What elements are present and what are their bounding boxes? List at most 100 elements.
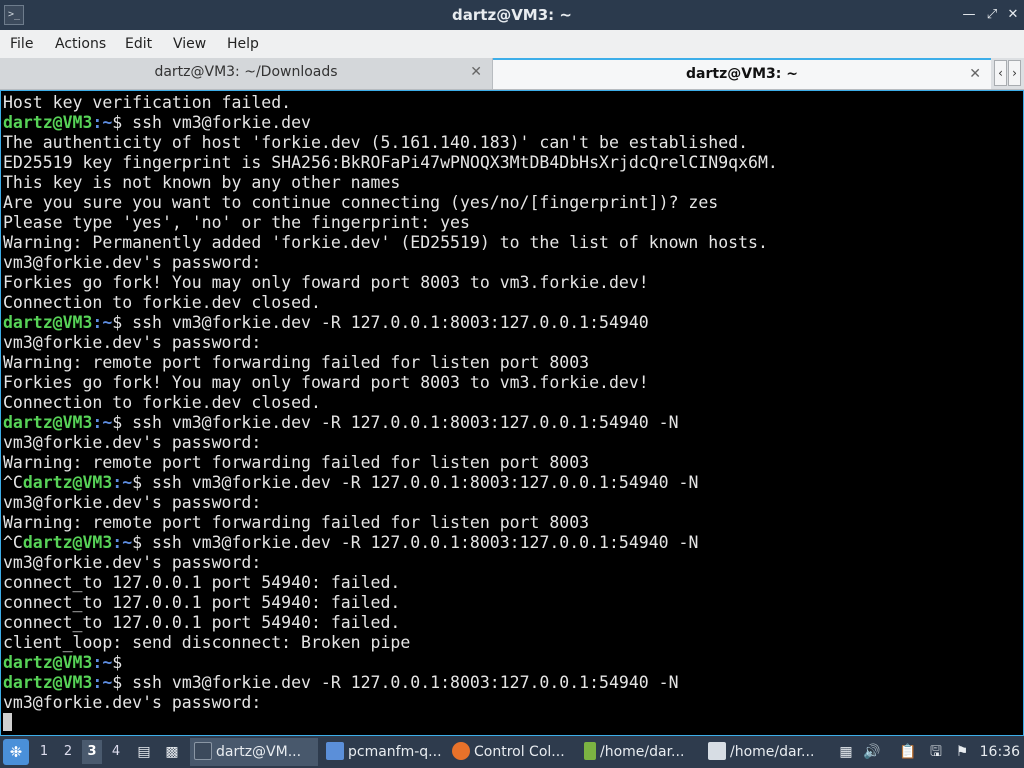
output-text: Forkies go fork! You may only foward por… bbox=[3, 273, 649, 292]
output-line: The authenticity of host 'forkie.dev (5.… bbox=[3, 133, 778, 153]
clipboard-icon[interactable]: 📋 bbox=[898, 742, 918, 762]
taskbar: ❉ 1 2 3 4 ▤ ▩ dartz@VM... pcmanfm-q... C… bbox=[0, 736, 1024, 768]
menu-bar: File Actions Edit View Help bbox=[0, 30, 1024, 58]
desktop-3-button[interactable]: 3 bbox=[82, 740, 102, 764]
image-viewer-icon bbox=[708, 742, 726, 760]
output-line: Warning: remote port forwarding failed f… bbox=[3, 453, 778, 473]
network-icon[interactable]: 🖫 bbox=[926, 742, 946, 762]
prompt-user: dartz@VM3 bbox=[3, 653, 93, 672]
output-text: vm3@forkie.dev's password: bbox=[3, 433, 262, 452]
task-terminal[interactable]: dartz@VM... bbox=[190, 738, 318, 766]
output-line: vm3@forkie.dev's password: bbox=[3, 493, 778, 513]
interrupt-marker: ^C bbox=[3, 473, 23, 492]
tab-label: dartz@VM3: ~/Downloads bbox=[154, 64, 338, 80]
output-text: Warning: remote port forwarding failed f… bbox=[3, 513, 590, 532]
terminal-view[interactable]: Host key verification failed. dartz@VM3:~… bbox=[0, 90, 1024, 736]
tab-home[interactable]: dartz@VM3: ~ ✕ bbox=[493, 58, 991, 89]
command-text: $ ssh vm3@forkie.dev bbox=[112, 113, 311, 132]
output-line: vm3@forkie.dev's password: bbox=[3, 553, 778, 573]
command-text: $ ssh vm3@forkie.dev -R 127.0.0.1:8003:1… bbox=[112, 413, 679, 432]
output-line: Are you sure you want to continue connec… bbox=[3, 193, 778, 213]
prompt-user: dartz@VM3 bbox=[22, 533, 113, 552]
output-line: Host key verification failed. bbox=[3, 93, 778, 113]
output-text: Connection to forkie.dev closed. bbox=[3, 393, 321, 412]
menu-edit[interactable]: Edit bbox=[125, 30, 152, 58]
menu-actions[interactable]: Actions bbox=[55, 30, 106, 58]
close-tab-icon[interactable]: ✕ bbox=[969, 60, 981, 89]
maximize-icon[interactable]: ⤢ bbox=[983, 6, 1001, 24]
prompt-path: :~ bbox=[112, 473, 133, 492]
output-text: connect_to 127.0.0.1 port 54940: failed. bbox=[3, 613, 401, 632]
output-line: vm3@forkie.dev's password: bbox=[3, 253, 778, 273]
task-file-manager[interactable]: pcmanfm-q... bbox=[322, 738, 444, 766]
desktop-2-button[interactable]: 2 bbox=[58, 740, 78, 764]
prompt-line: dartz@VM3:~$ ssh vm3@forkie.dev -R 127.0… bbox=[3, 673, 778, 693]
output-text: connect_to 127.0.0.1 port 54940: failed. bbox=[3, 573, 401, 592]
task-firefox[interactable]: Control Col... bbox=[448, 738, 574, 766]
prompt-path: :~ bbox=[112, 533, 133, 552]
task-label: /home/dar... bbox=[600, 744, 685, 760]
prompt-path: :~ bbox=[92, 653, 113, 672]
output-text: Warning: Permanently added 'forkie.dev' … bbox=[3, 233, 768, 252]
output-text: vm3@forkie.dev's password: bbox=[3, 553, 262, 572]
output-text: Warning: remote port forwarding failed f… bbox=[3, 353, 590, 372]
prompt-line: ^Cdartz@VM3:~$ ssh vm3@forkie.dev -R 127… bbox=[3, 533, 778, 553]
output-line: vm3@forkie.dev's password: bbox=[3, 333, 778, 353]
desktop-1-button[interactable]: 1 bbox=[34, 740, 54, 764]
window-switcher-icon[interactable]: ▩ bbox=[162, 742, 182, 762]
folder-icon bbox=[326, 742, 344, 760]
task-text-editor[interactable]: /home/dar... bbox=[580, 738, 702, 766]
clock[interactable]: 16:36 bbox=[980, 736, 1020, 768]
volume-icon[interactable]: 🔊 bbox=[862, 742, 882, 762]
prompt-user: dartz@VM3 bbox=[3, 413, 93, 432]
output-text: connect_to 127.0.0.1 port 54940: failed. bbox=[3, 593, 401, 612]
output-line: Connection to forkie.dev closed. bbox=[3, 293, 778, 313]
output-text: vm3@forkie.dev's password: bbox=[3, 333, 262, 352]
command-text: $ ssh vm3@forkie.dev -R 127.0.0.1:8003:1… bbox=[132, 533, 699, 552]
tab-bar: dartz@VM3: ~/Downloads ✕ dartz@VM3: ~ ✕ bbox=[0, 58, 1024, 90]
output-text: Host key verification failed. bbox=[3, 93, 292, 112]
prompt-line: ^Cdartz@VM3:~$ ssh vm3@forkie.dev -R 127… bbox=[3, 473, 778, 493]
desktop-4-button[interactable]: 4 bbox=[106, 740, 126, 764]
output-text: This key is not known by any other names bbox=[3, 173, 401, 192]
chevron-right-icon[interactable]: › bbox=[1008, 60, 1021, 86]
menu-help[interactable]: Help bbox=[227, 30, 259, 58]
output-line: connect_to 127.0.0.1 port 54940: failed. bbox=[3, 593, 778, 613]
output-text: Please type 'yes', 'no' or the fingerpri… bbox=[3, 213, 470, 232]
menu-file[interactable]: File bbox=[10, 30, 33, 58]
output-text: The authenticity of host 'forkie.dev (5.… bbox=[3, 133, 749, 152]
terminal-icon bbox=[194, 742, 212, 760]
task-image-viewer[interactable]: /home/dar... bbox=[704, 738, 828, 766]
command-text: $ ssh vm3@forkie.dev -R 127.0.0.1:8003:1… bbox=[112, 673, 679, 692]
task-label: Control Col... bbox=[474, 744, 565, 760]
task-label: pcmanfm-q... bbox=[348, 744, 442, 760]
keyboard-layout-icon[interactable]: ▦ bbox=[836, 742, 856, 762]
app-menu-icon[interactable]: ❉ bbox=[3, 739, 29, 765]
output-line: Forkies go fork! You may only foward por… bbox=[3, 273, 778, 293]
output-line: Connection to forkie.dev closed. bbox=[3, 393, 778, 413]
output-text: vm3@forkie.dev's password: bbox=[3, 493, 262, 512]
tab-downloads[interactable]: dartz@VM3: ~/Downloads ✕ bbox=[0, 58, 493, 89]
terminal-cursor bbox=[3, 713, 12, 731]
prompt-user: dartz@VM3 bbox=[3, 673, 93, 692]
output-line: Please type 'yes', 'no' or the fingerpri… bbox=[3, 213, 778, 233]
output-text: Warning: remote port forwarding failed f… bbox=[3, 453, 590, 472]
prompt-user: dartz@VM3 bbox=[3, 113, 93, 132]
output-line: Warning: remote port forwarding failed f… bbox=[3, 353, 778, 373]
close-icon[interactable]: ✕ bbox=[1004, 6, 1022, 24]
output-line: client_loop: send disconnect: Broken pip… bbox=[3, 633, 778, 653]
show-desktop-icon[interactable]: ▤ bbox=[134, 742, 154, 762]
minimize-icon[interactable]: — bbox=[960, 6, 978, 24]
chevron-left-icon[interactable]: ‹ bbox=[994, 60, 1007, 86]
command-text: $ ssh vm3@forkie.dev -R 127.0.0.1:8003:1… bbox=[132, 473, 699, 492]
output-line: vm3@forkie.dev's password: bbox=[3, 433, 778, 453]
notification-icon[interactable]: ⚑ bbox=[952, 742, 972, 762]
menu-view[interactable]: View bbox=[173, 30, 206, 58]
output-line: Warning: remote port forwarding failed f… bbox=[3, 513, 778, 533]
output-text: Are you sure you want to continue connec… bbox=[3, 193, 719, 212]
output-text: Connection to forkie.dev closed. bbox=[3, 293, 321, 312]
output-line: connect_to 127.0.0.1 port 54940: failed. bbox=[3, 613, 778, 633]
prompt-line: dartz@VM3:~$ bbox=[3, 653, 778, 673]
close-tab-icon[interactable]: ✕ bbox=[470, 58, 482, 87]
output-line: Warning: Permanently added 'forkie.dev' … bbox=[3, 233, 778, 253]
